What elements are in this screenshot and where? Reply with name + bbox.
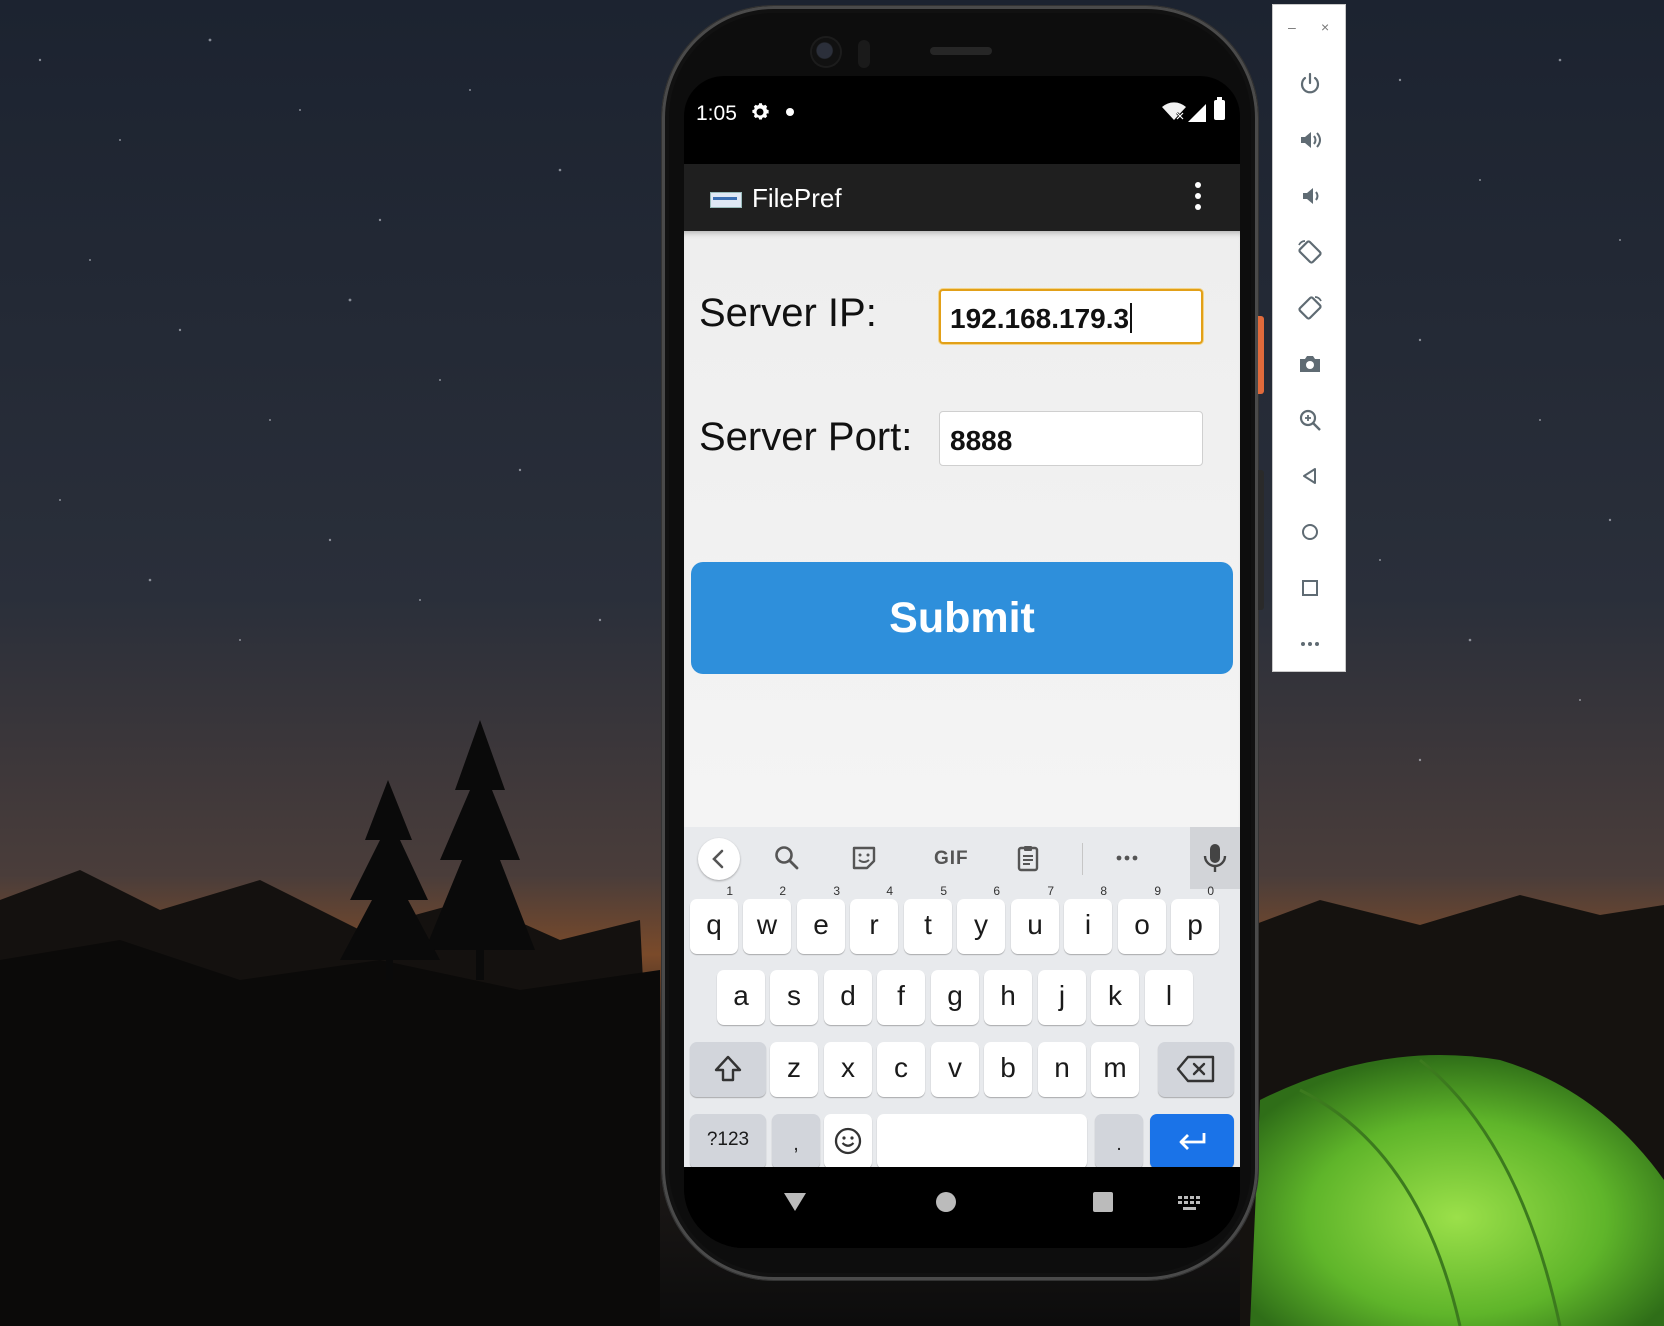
phone-screen: 1:05 FilePref Server IP: 192.168.179.3 S… [684,76,1240,1248]
overview-icon[interactable] [1295,573,1325,603]
server-ip-label: Server IP: [699,291,877,335]
search-icon[interactable] [772,843,802,873]
voice-input-button[interactable] [1190,827,1240,889]
zoom-icon[interactable] [1295,405,1325,435]
chevron-left-icon [712,849,724,869]
rotate-right-icon[interactable] [1295,293,1325,323]
battery-icon [1214,97,1225,120]
key-v[interactable]: v [931,1042,979,1097]
key-q[interactable]: q1 [690,885,738,954]
key-p[interactable]: p0 [1171,885,1219,954]
front-camera [812,38,840,66]
status-time: 1:05 [696,102,737,125]
key-j[interactable]: j [1038,970,1086,1025]
key-o[interactable]: o9 [1118,885,1166,954]
wifi-icon [1162,102,1186,120]
rotate-left-icon[interactable] [1295,237,1325,267]
period-key[interactable]: . [1095,1114,1143,1169]
soft-keyboard: GIF q1 w2 e3 r4 t5 y6 u7 i 8 o 9 p 0 a s… [684,827,1240,1169]
app-logo-icon [710,192,742,208]
keyboard-switch-icon[interactable] [1178,1196,1202,1212]
key-u[interactable]: u7 [1011,885,1059,954]
close-icon[interactable]: × [1321,19,1329,35]
server-port-value: 8888 [950,425,1013,456]
key-e[interactable]: e3 [797,885,845,954]
key-l[interactable]: l [1145,970,1193,1025]
key-b[interactable]: b [984,1042,1032,1097]
minimize-icon[interactable]: – [1288,19,1296,35]
nav-home-icon[interactable] [936,1192,956,1212]
key-z[interactable]: z [770,1042,818,1097]
status-bar: 1:05 [684,76,1240,164]
key-w[interactable]: w2 [743,885,791,954]
settings-icon [752,103,769,120]
key-k[interactable]: k [1091,970,1139,1025]
back-icon[interactable] [1295,461,1325,491]
notification-dot [786,108,794,116]
keyboard-back-button[interactable] [698,838,740,880]
gif-button[interactable]: GIF [934,848,969,870]
clipboard-icon[interactable] [1013,843,1043,873]
shift-key[interactable] [690,1042,766,1097]
key-y[interactable]: y6 [957,885,1005,954]
enter-key[interactable] [1150,1114,1234,1169]
settings-form: Server IP: 192.168.179.3 Server Port: 88… [684,231,1240,827]
more-icon[interactable] [1112,843,1142,873]
emoji-key[interactable] [824,1114,872,1169]
server-port-input[interactable]: 8888 [939,411,1203,466]
symbols-key[interactable]: ?123 [690,1114,766,1169]
sticker-icon[interactable] [849,843,879,873]
cell-signal-icon [1188,104,1206,122]
phone-power-key [1258,316,1264,394]
emoji-icon [834,1127,862,1155]
submit-button[interactable]: Submit [691,562,1233,674]
key-r[interactable]: r4 [850,885,898,954]
key-n[interactable]: n [1038,1042,1086,1097]
proximity-sensor [858,40,870,68]
key-h[interactable]: h [984,970,1032,1025]
backspace-key[interactable] [1158,1042,1234,1097]
earpiece-speaker [930,47,992,55]
key-a[interactable]: a [717,970,765,1025]
server-port-label: Server Port: [699,415,913,459]
key-g[interactable]: g [931,970,979,1025]
mic-icon [1203,844,1227,872]
app-title: FilePref [752,183,842,213]
app-bar: FilePref [684,164,1240,231]
text-caret [1130,303,1133,333]
key-m[interactable]: m [1091,1042,1139,1097]
power-icon[interactable] [1295,69,1325,99]
shift-icon [714,1055,742,1082]
key-d[interactable]: d [824,970,872,1025]
phone-volume-key [1258,470,1264,610]
key-s[interactable]: s [770,970,818,1025]
more-icon[interactable] [1295,629,1325,659]
space-key[interactable] [877,1114,1087,1169]
more-vert-icon[interactable] [1194,182,1202,214]
screenshot-icon[interactable] [1295,349,1325,379]
key-f[interactable]: f [877,970,925,1025]
server-ip-value: 192.168.179.3 [950,303,1130,334]
key-i[interactable]: i8 [1064,885,1112,954]
volume-down-icon[interactable] [1295,181,1325,211]
home-icon[interactable] [1295,517,1325,547]
keyboard-suggestion-strip: GIF [684,827,1240,889]
key-x[interactable]: x [824,1042,872,1097]
system-nav-bar [684,1167,1240,1248]
server-ip-input[interactable]: 192.168.179.3 [939,289,1203,344]
key-t[interactable]: t5 [904,885,952,954]
nav-back-icon[interactable] [782,1189,808,1215]
backspace-icon [1176,1055,1215,1083]
emulator-toolbar: – × [1272,4,1346,672]
key-c[interactable]: c [877,1042,925,1097]
comma-key[interactable]: , [772,1114,820,1169]
suggestion-divider [1082,843,1083,875]
enter-icon [1179,1133,1206,1150]
nav-overview-icon[interactable] [1093,1192,1113,1212]
volume-up-icon[interactable] [1295,125,1325,155]
